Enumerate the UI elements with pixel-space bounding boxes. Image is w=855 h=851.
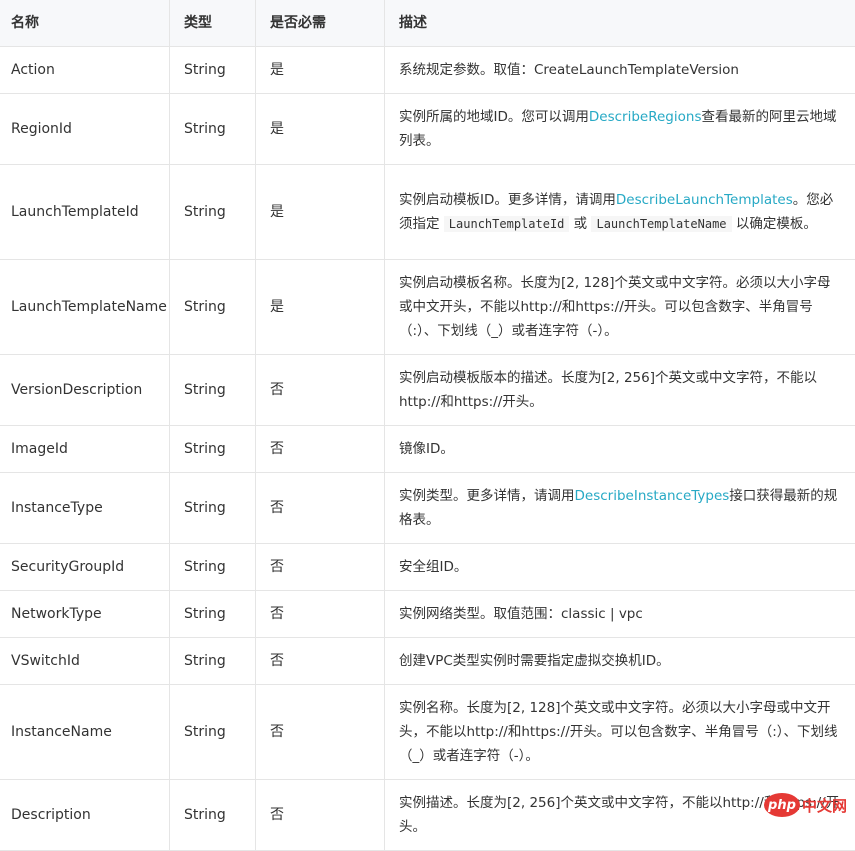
param-required: 是 — [256, 94, 385, 164]
param-description: 创建VPC类型实例时需要指定虚拟交换机ID。 — [385, 638, 855, 684]
watermark: php 中文网 — [763, 793, 847, 817]
table-row: LaunchTemplateId String 是实例启动模板ID。更多详情，请调用… — [0, 165, 855, 260]
param-required: 否 — [256, 685, 385, 779]
table-row: Description String 否实例描述。长度为[2, 256]个英文或中文… — [0, 780, 855, 851]
param-required: 是 — [256, 260, 385, 354]
param-name: LaunchTemplateName — [0, 260, 170, 354]
param-type: String — [170, 165, 256, 259]
api-doc-link[interactable]: DescribeInstanceTypes — [575, 488, 730, 504]
param-required: 否 — [256, 638, 385, 684]
param-type: String — [170, 426, 256, 472]
param-required: 否 — [256, 426, 385, 472]
param-name: RegionId — [0, 94, 170, 164]
table-row: SecurityGroupId String 否安全组ID。 — [0, 544, 855, 591]
param-description: 实例启动模板版本的描述。长度为[2, 256]个英文或中文字符，不能以http:… — [385, 355, 855, 425]
param-type: String — [170, 473, 256, 543]
table-row: RegionId String 是实例所属的地域ID。您可以调用DescribeRe… — [0, 94, 855, 165]
description-text: 实例类型。更多详情，请调用 — [399, 488, 575, 504]
param-type: String — [170, 780, 256, 850]
php-logo-icon: php — [763, 793, 800, 817]
table-row: InstanceType String 否实例类型。更多详情，请调用Describe… — [0, 473, 855, 544]
param-name: InstanceName — [0, 685, 170, 779]
param-name: ImageId — [0, 426, 170, 472]
header-type: 类型 — [170, 0, 256, 46]
description-text: 实例名称。长度为[2, 128]个英文或中文字符。必须以大小字母或中文开头，不能… — [399, 700, 838, 764]
watermark-text: 中文网 — [801, 796, 847, 815]
param-required: 是 — [256, 47, 385, 93]
inline-code: LaunchTemplateName — [591, 216, 732, 232]
param-name: NetworkType — [0, 591, 170, 637]
table-row: NetworkType String 否实例网络类型。取值范围：classic | … — [0, 591, 855, 638]
table-row: VSwitchId String 否创建VPC类型实例时需要指定虚拟交换机ID。 — [0, 638, 855, 685]
param-type: String — [170, 685, 256, 779]
table-row: InstanceName String 否实例名称。长度为[2, 128]个英文或中… — [0, 685, 855, 780]
table-row: ImageId String 否镜像ID。 — [0, 426, 855, 473]
param-required: 否 — [256, 591, 385, 637]
table-header-row: 名称 类型 是否必需 描述 — [0, 0, 855, 47]
table-row: VersionDescription String 否实例启动模板版本的描述。长度为… — [0, 355, 855, 426]
param-description: 安全组ID。 — [385, 544, 855, 590]
description-text: 实例启动模板ID。更多详情，请调用 — [399, 192, 616, 208]
param-description: 实例启动模板名称。长度为[2, 128]个英文或中文字符。必须以大小字母或中文开… — [385, 260, 855, 354]
param-name: LaunchTemplateId — [0, 165, 170, 259]
header-name: 名称 — [0, 0, 170, 46]
inline-code: LaunchTemplateId — [443, 216, 570, 232]
param-description: 镜像ID。 — [385, 426, 855, 472]
param-type: String — [170, 591, 256, 637]
param-type: String — [170, 47, 256, 93]
description-text: 系统规定参数。取值：CreateLaunchTemplateVersion — [399, 62, 739, 78]
description-text: 或 — [569, 216, 592, 232]
description-text: 实例网络类型。取值范围：classic | vpc — [399, 606, 643, 622]
parameter-table: 名称 类型 是否必需 描述 Action String 是系统规定参数。取值：Cre… — [0, 0, 855, 851]
description-text: 以确定模板。 — [731, 216, 817, 232]
description-text: 实例启动模板名称。长度为[2, 128]个英文或中文字符。必须以大小字母或中文开… — [399, 275, 831, 339]
param-description: 实例网络类型。取值范围：classic | vpc — [385, 591, 855, 637]
param-name: InstanceType — [0, 473, 170, 543]
description-text: 实例所属的地域ID。您可以调用 — [399, 109, 589, 125]
table-row: Action String 是系统规定参数。取值：CreateLaunchTempl… — [0, 47, 855, 94]
param-name: VSwitchId — [0, 638, 170, 684]
param-description: 实例所属的地域ID。您可以调用DescribeRegions查看最新的阿里云地域… — [385, 94, 855, 164]
param-name: SecurityGroupId — [0, 544, 170, 590]
param-description: 系统规定参数。取值：CreateLaunchTemplateVersion — [385, 47, 855, 93]
param-description: 实例启动模板ID。更多详情，请调用DescribeLaunchTemplates… — [385, 165, 855, 259]
param-description: 实例类型。更多详情，请调用DescribeInstanceTypes接口获得最新… — [385, 473, 855, 543]
param-description: 实例名称。长度为[2, 128]个英文或中文字符。必须以大小字母或中文开头，不能… — [385, 685, 855, 779]
description-text: 安全组ID。 — [399, 559, 468, 575]
param-type: String — [170, 260, 256, 354]
api-doc-link[interactable]: DescribeLaunchTemplates — [616, 192, 793, 208]
header-required: 是否必需 — [256, 0, 385, 46]
api-doc-link[interactable]: DescribeRegions — [589, 109, 702, 125]
param-type: String — [170, 94, 256, 164]
param-name: VersionDescription — [0, 355, 170, 425]
description-text: 实例启动模板版本的描述。长度为[2, 256]个英文或中文字符，不能以http:… — [399, 370, 817, 410]
param-required: 否 — [256, 355, 385, 425]
param-type: String — [170, 544, 256, 590]
param-type: String — [170, 638, 256, 684]
param-name: Action — [0, 47, 170, 93]
description-text: 镜像ID。 — [399, 441, 454, 457]
param-required: 否 — [256, 473, 385, 543]
table-row: LaunchTemplateName String 是实例启动模板名称。长度为[2,… — [0, 260, 855, 355]
param-name: Description — [0, 780, 170, 850]
param-required: 否 — [256, 544, 385, 590]
header-description: 描述 — [399, 14, 427, 31]
description-text: 创建VPC类型实例时需要指定虚拟交换机ID。 — [399, 653, 670, 669]
param-required: 是 — [256, 165, 385, 259]
param-required: 否 — [256, 780, 385, 850]
param-type: String — [170, 355, 256, 425]
